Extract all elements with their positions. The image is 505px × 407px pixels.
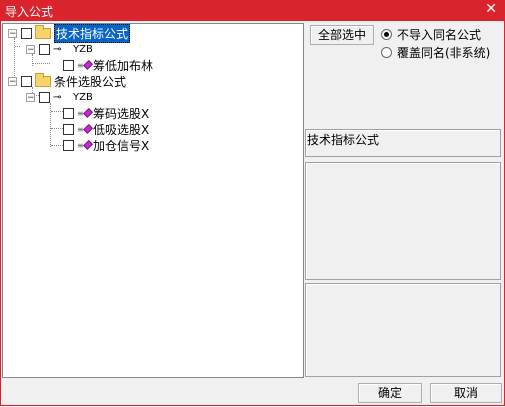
tree-node-formula[interactable]: ≡ 加仓信号X (63, 137, 149, 153)
tree-line (51, 111, 63, 112)
collapse-toggle[interactable]: − (8, 28, 17, 38)
checkbox[interactable] (21, 27, 32, 39)
select-all-button[interactable]: 全部选中 (310, 25, 374, 45)
tree-node-formula[interactable]: ≡ 筹码选股X (63, 105, 149, 121)
tree-line (51, 145, 63, 146)
tree-node-label: 筹低加布林 (93, 58, 154, 73)
tree-node-label: 低吸选股X (93, 122, 150, 137)
formula-detail-panel (305, 283, 501, 377)
checkbox[interactable] (63, 107, 74, 119)
formula-icon: ≡ (77, 59, 93, 71)
tree-line (50, 103, 51, 147)
key-icon: ⊸ (53, 91, 61, 103)
formula-icon: ≡ (77, 123, 93, 135)
checkbox[interactable] (63, 139, 74, 151)
radio-skip-duplicates[interactable]: 不导入同名公式 (381, 26, 481, 43)
tree-node-label: 技术指标公式 (54, 23, 131, 43)
collapse-toggle[interactable]: − (8, 76, 17, 86)
ok-button[interactable]: 确定 (358, 383, 422, 403)
tree-node-label: YZB (73, 43, 93, 55)
close-icon[interactable]: ✕ (485, 1, 497, 17)
checkbox[interactable] (21, 75, 32, 87)
formula-icon: ≡ (77, 107, 93, 119)
tree-node-formula[interactable]: ≡ 低吸选股X (63, 121, 149, 137)
key-icon: ⊸ (53, 43, 61, 55)
folder-icon (35, 72, 51, 87)
checkbox[interactable] (63, 59, 74, 71)
formula-description-panel (305, 162, 501, 280)
tree-node-formula[interactable]: ≡ 筹低加布林 (63, 57, 153, 73)
tree-node-technical-formulas[interactable]: − 技术指标公式 (8, 23, 131, 43)
radio-overwrite-duplicates[interactable]: 覆盖同名(非系统) (381, 44, 490, 61)
checkbox[interactable] (39, 43, 50, 55)
formula-tree[interactable]: − 技术指标公式 − ⊸ YZB ≡ 筹低加布林 − 条件选股公式 − ⊸ YZ… (2, 23, 304, 378)
radio-button[interactable] (381, 29, 392, 40)
tree-node-label: YZB (73, 91, 93, 103)
collapse-toggle[interactable]: − (26, 92, 35, 102)
category-text: 技术指标公式 (307, 133, 380, 147)
checkbox[interactable] (63, 123, 74, 135)
tree-node-label: 加仓信号X (93, 138, 150, 153)
tree-line (51, 128, 63, 129)
tree-node-label: 筹码选股X (93, 106, 150, 121)
tree-node-screening-formulas[interactable]: − 条件选股公式 (8, 72, 127, 89)
checkbox[interactable] (39, 91, 50, 103)
title-bar: 导入公式 ✕ (0, 0, 505, 21)
formula-icon: ≡ (77, 139, 93, 151)
cancel-button[interactable]: 取消 (430, 383, 502, 403)
tree-line (15, 46, 20, 47)
tree-node-yzb-group[interactable]: − ⊸ YZB (26, 41, 93, 57)
window-title: 导入公式 (5, 5, 54, 19)
radio-label: 覆盖同名(非系统) (397, 46, 491, 60)
radio-button[interactable] (381, 47, 392, 58)
category-field: 技术指标公式 (305, 129, 501, 157)
tree-line (33, 63, 50, 64)
collapse-toggle[interactable]: − (26, 44, 35, 54)
tree-node-yzb-group[interactable]: − ⊸ YZB (26, 89, 93, 105)
folder-icon (35, 24, 51, 39)
radio-label: 不导入同名公式 (397, 28, 482, 42)
tree-node-label: 条件选股公式 (54, 74, 127, 89)
